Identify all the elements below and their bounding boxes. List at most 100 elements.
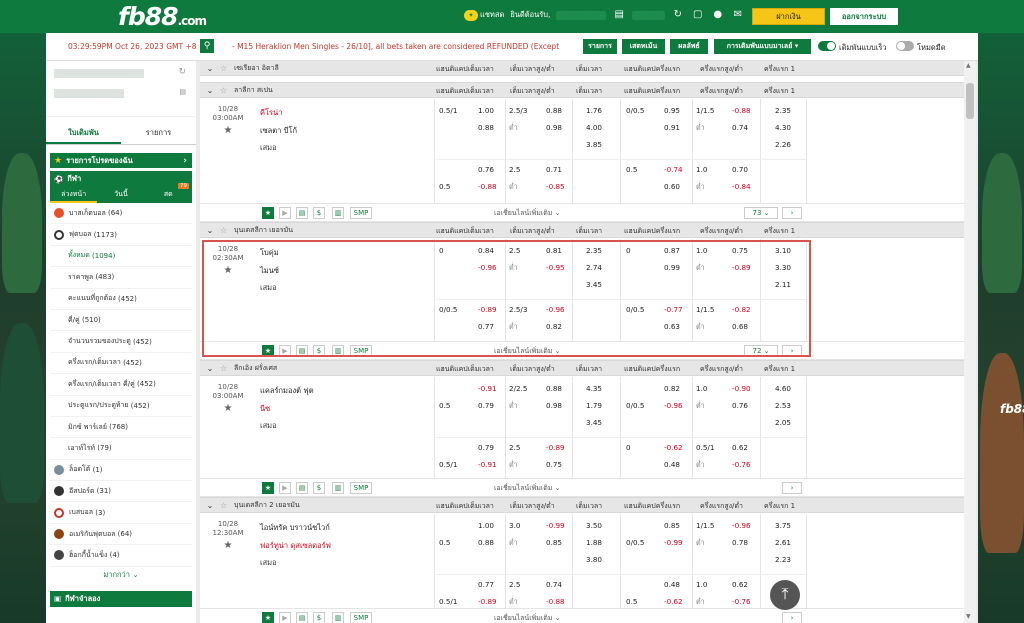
results-button[interactable]: ผลลัพธ์ [670, 39, 708, 54]
odds-h1[interactable]: 0.77 [478, 580, 494, 589]
more-lines-link[interactable]: เอเชี่ยนไลน์เพิ่มเติม ⌄ [494, 613, 561, 623]
expand-match-button[interactable]: › [782, 207, 802, 219]
odds-hdp_a[interactable]: 0.5 [439, 401, 450, 410]
smp-icon[interactable]: SMP [350, 482, 372, 494]
odds-o2[interactable]: -0.85 [546, 182, 565, 191]
odds-h2[interactable]: 0.88 [478, 538, 494, 547]
odds-hh2[interactable]: -0.99 [664, 538, 683, 547]
odds-o1[interactable]: -0.99 [546, 521, 565, 530]
odds-hdp_a[interactable]: 0.5/1 [439, 597, 457, 606]
odds-hdp_a[interactable]: 0.5 [439, 538, 450, 547]
virtual-sports-bar[interactable]: ▣ กีฬาจำลอง [50, 590, 192, 607]
odds-ho2[interactable]: -0.84 [732, 182, 751, 191]
play-icon[interactable]: ▶ [279, 482, 291, 494]
chart-icon[interactable]: ▥ [332, 482, 344, 494]
odds-ho1[interactable]: -0.90 [732, 384, 751, 393]
league-header[interactable]: ⌄ ☆ เซเรียอา อิตาลี แฮนดิแคปเต็มเวลา เต็มเ… [200, 61, 964, 76]
odds-hh1[interactable]: 0.48 [664, 580, 680, 589]
league-header[interactable]: ⌄ ☆ ลาลีกา สเปน แฮนดิแคปเต็มเวลา เต็มเวลาสูง… [200, 82, 964, 98]
favorite-icon[interactable]: ★ [262, 612, 274, 623]
odds-x2[interactable]: 1.79 [586, 401, 602, 410]
scroll-up-icon[interactable]: ▲ [966, 62, 971, 69]
dark-mode-toggle[interactable] [896, 41, 914, 51]
odds-o1[interactable]: 0.74 [546, 580, 562, 589]
scroll-down-icon[interactable]: ▼ [966, 613, 971, 620]
league-header[interactable]: ⌄ ☆ บุนเดสลีกา 2 เยอรมัน แฮนดิแคปเต็มเวลา เต… [200, 497, 964, 513]
favorite-star-icon[interactable]: ★ [200, 126, 256, 136]
more-sports-link[interactable]: มากกว่า ⌄ [46, 567, 196, 583]
deposit-button[interactable]: ฝากเงิน [752, 8, 825, 25]
sport-item-ice-hockey[interactable]: ฮ็อกกี้น้ำแข็ง (4) [50, 545, 192, 567]
odds-ho2[interactable]: -0.76 [732, 597, 751, 606]
announcement-marquee[interactable]: - M15 Heraklion Men Singles - 26/10], al… [232, 42, 562, 51]
odds-ho2[interactable]: 0.78 [732, 538, 748, 547]
odds-h2[interactable]: -0.89 [478, 597, 497, 606]
market-item[interactable]: เอาท์ไรท์ (79) [50, 438, 192, 460]
odds-hx2[interactable]: 4.30 [775, 123, 791, 132]
league-header[interactable]: ⌄ ☆ บุนเดสลีกา เยอรมัน แฮนดิแคปเต็มเวลา เต็ม… [200, 222, 964, 238]
statement-button[interactable]: เสตทเม้น [622, 39, 665, 54]
scroll-thumb[interactable] [966, 83, 974, 119]
odds-ou[interactable]: 2.5 [509, 443, 520, 452]
more-markets-count[interactable]: 73 ⌄ [744, 207, 778, 219]
odds-h1[interactable]: 1.00 [478, 521, 494, 530]
odds-hh1[interactable]: 0.82 [664, 384, 680, 393]
odds-x2[interactable]: 4.00 [586, 123, 602, 132]
user-icon[interactable]: ● [711, 9, 725, 21]
scrollbar[interactable]: ▲ ▼ [964, 61, 976, 623]
odds-ho1[interactable]: 0.70 [732, 165, 748, 174]
favorite-star-icon[interactable]: ★ [200, 404, 256, 414]
stats-icon[interactable]: ▤ [296, 612, 308, 623]
odds-h1[interactable]: 0.76 [478, 165, 494, 174]
sport-item-american-football[interactable]: อเมริกันฟุตบอล (64) [50, 524, 192, 546]
odds-x1[interactable]: 1.76 [586, 106, 602, 115]
odds-hh2[interactable]: -0.62 [664, 597, 683, 606]
play-icon[interactable]: ▶ [279, 612, 291, 623]
odds-x3[interactable]: 3.80 [586, 555, 602, 564]
odds-x2[interactable]: 1.88 [586, 538, 602, 547]
odds-h2[interactable]: -0.88 [478, 182, 497, 191]
odds-x1[interactable]: 3.50 [586, 521, 602, 530]
odds-o1[interactable]: -0.89 [546, 443, 565, 452]
market-item-all[interactable]: ทั้งหมด (1094) [50, 246, 192, 268]
odds-ou[interactable]: 2/2.5 [509, 384, 527, 393]
play-icon[interactable]: ▶ [279, 207, 291, 219]
wallet-icon[interactable]: ▤ [612, 9, 626, 21]
odds-hou[interactable]: 1.0 [696, 165, 707, 174]
odds-hx3[interactable]: 2.26 [775, 140, 791, 149]
favorites-bar[interactable]: ★ รายการโปรดของฉัน › [50, 153, 192, 168]
tab-bet-list[interactable]: รายการ [121, 123, 196, 144]
stats-icon[interactable]: ▤ [296, 482, 308, 494]
search-icon[interactable]: ⚲ [200, 39, 214, 53]
market-item[interactable]: ราคาพูล (483) [50, 267, 192, 289]
tab-early[interactable]: ล่วงหน้า [50, 187, 98, 203]
odds-hh_a[interactable]: 0.5 [626, 597, 637, 606]
odds-o2[interactable]: 0.98 [546, 401, 562, 410]
odds-ho2[interactable]: 0.76 [732, 401, 748, 410]
odds-hou[interactable]: 1/1.5 [696, 106, 714, 115]
odds-hou[interactable]: 0.5/1 [696, 443, 714, 452]
odds-o1[interactable]: 0.71 [546, 165, 562, 174]
favorite-icon[interactable]: ★ [262, 482, 274, 494]
odds-x3[interactable]: 3.45 [586, 418, 602, 427]
odds-o2[interactable]: 0.85 [546, 538, 562, 547]
refresh-icon[interactable]: ↻ [178, 67, 186, 77]
tab-today[interactable]: วันนี้ [97, 187, 144, 203]
chart-icon[interactable]: ▥ [332, 207, 344, 219]
refresh-icon[interactable]: ↻ [671, 9, 685, 21]
expand-match-button[interactable]: › [782, 612, 802, 623]
league-header[interactable]: ⌄ ☆ ลีกเอิง ฝรั่งเศส แฮนดิแคปเต็มเวลา เต็มเว… [200, 360, 964, 376]
odds-hx2[interactable]: 2.53 [775, 401, 791, 410]
odds-hx1[interactable]: 3.75 [775, 521, 791, 530]
odds-hx3[interactable]: 2.05 [775, 418, 791, 427]
favorite-icon[interactable]: ★ [262, 207, 274, 219]
odds-hh2[interactable]: -0.96 [664, 401, 683, 410]
odds-ho1[interactable]: 0.62 [732, 580, 748, 589]
odds-hou[interactable]: 1/1.5 [696, 521, 714, 530]
sport-item-baseball[interactable]: เบสบอล (3) [50, 502, 192, 524]
odds-hou[interactable]: 1.0 [696, 384, 707, 393]
odds-h1[interactable]: -0.91 [478, 384, 497, 393]
bet-list-button[interactable]: รายการ [583, 39, 617, 54]
more-lines-link[interactable]: เอเชี่ยนไลน์เพิ่มเติม ⌄ [494, 208, 561, 219]
odds-h2[interactable]: 0.88 [478, 123, 494, 132]
